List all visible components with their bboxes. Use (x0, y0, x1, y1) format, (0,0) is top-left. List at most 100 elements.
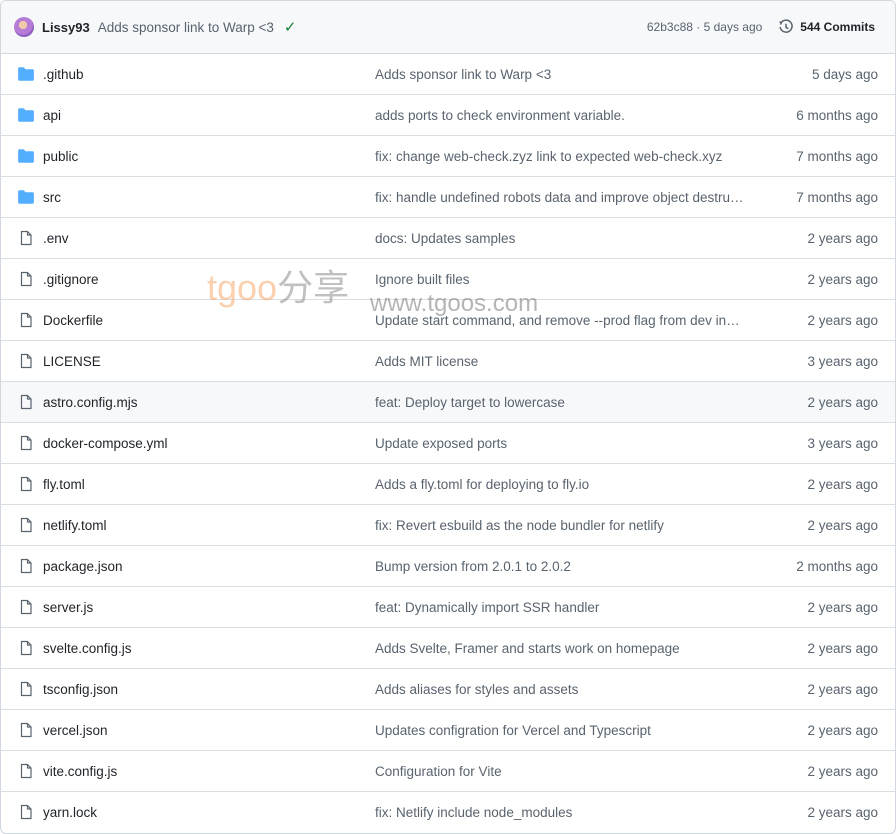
commit-age: 3 years ago (807, 353, 878, 369)
commit-message-link[interactable]: Configuration for Vite (375, 764, 759, 779)
file-row[interactable]: fly.toml Adds a fly.toml for deploying to… (1, 464, 895, 505)
file-name-link[interactable]: fly.toml (43, 477, 85, 492)
commit-age: 2 years ago (807, 230, 878, 246)
commit-author[interactable]: Lissy93 (42, 20, 90, 35)
file-icon (17, 722, 35, 738)
commit-hash-age[interactable]: 62b3c88 · 5 days ago (647, 20, 762, 34)
commit-message-link[interactable]: docs: Updates samples (375, 231, 759, 246)
commit-age: 2 years ago (807, 640, 878, 656)
file-row[interactable]: netlify.toml fix: Revert esbuild as the n… (1, 505, 895, 546)
file-row[interactable]: svelte.config.js Adds Svelte, Framer and … (1, 628, 895, 669)
commit-age: 2 years ago (807, 271, 878, 287)
commit-age: 2 years ago (807, 517, 878, 533)
commit-age: 2 years ago (807, 722, 878, 738)
file-icon (17, 558, 35, 574)
file-icon (17, 271, 35, 287)
file-icon (17, 230, 35, 246)
file-name-link[interactable]: public (43, 149, 78, 164)
commits-count: 544 Commits (800, 20, 875, 34)
file-row[interactable]: LICENSE Adds MIT license 3 years ago (1, 341, 895, 382)
file-name-link[interactable]: docker-compose.yml (43, 436, 168, 451)
check-icon[interactable]: ✓ (284, 18, 297, 36)
commit-age: 2 years ago (807, 681, 878, 697)
folder-icon (17, 107, 35, 123)
commit-message-link[interactable]: fix: change web-check.zyz link to expect… (375, 149, 759, 164)
file-browser: Lissy93 Adds sponsor link to Warp <3 ✓ 6… (0, 0, 896, 834)
file-row[interactable]: src fix: handle undefined robots data and… (1, 177, 895, 218)
file-row[interactable]: vercel.json Updates configration for Verc… (1, 710, 895, 751)
commit-age: 6 months ago (796, 107, 878, 123)
commit-age: 3 years ago (807, 435, 878, 451)
commit-age: 2 months ago (796, 558, 878, 574)
latest-commit-message[interactable]: Adds sponsor link to Warp <3 (98, 20, 274, 35)
commit-message-link[interactable]: Adds MIT license (375, 354, 759, 369)
file-icon (17, 763, 35, 779)
file-row[interactable]: Dockerfile Update start command, and remo… (1, 300, 895, 341)
file-name-link[interactable]: vite.config.js (43, 764, 117, 779)
file-name-link[interactable]: server.js (43, 600, 93, 615)
file-name-link[interactable]: .gitignore (43, 272, 99, 287)
file-row[interactable]: yarn.lock fix: Netlify include node_modul… (1, 792, 895, 833)
commits-link[interactable]: 544 Commits (778, 19, 875, 35)
commit-message-link[interactable]: feat: Dynamically import SSR handler (375, 600, 759, 615)
file-name-link[interactable]: .env (43, 231, 69, 246)
file-name-link[interactable]: Dockerfile (43, 313, 103, 328)
folder-icon (17, 189, 35, 205)
file-name-link[interactable]: src (43, 190, 61, 205)
commit-message-link[interactable]: feat: Deploy target to lowercase (375, 395, 759, 410)
file-row[interactable]: .env docs: Updates samples 2 years ago (1, 218, 895, 259)
commit-age: 2 years ago (807, 599, 878, 615)
commit-age: 2 years ago (807, 805, 878, 820)
commit-message-link[interactable]: Ignore built files (375, 272, 759, 287)
commit-message-link[interactable]: fix: Netlify include node_modules (375, 805, 759, 820)
file-name-link[interactable]: package.json (43, 559, 123, 574)
file-name-link[interactable]: astro.config.mjs (43, 395, 138, 410)
commit-message-link[interactable]: Updates configration for Vercel and Type… (375, 723, 759, 738)
commit-message-link[interactable]: Bump version from 2.0.1 to 2.0.2 (375, 559, 759, 574)
file-icon (17, 476, 35, 492)
file-name-link[interactable]: tsconfig.json (43, 682, 118, 697)
file-name-link[interactable]: LICENSE (43, 354, 101, 369)
commit-age: 2 years ago (807, 763, 878, 779)
file-row[interactable]: package.json Bump version from 2.0.1 to 2… (1, 546, 895, 587)
commit-message-link[interactable]: Adds aliases for styles and assets (375, 682, 759, 697)
file-list: .github Adds sponsor link to Warp <3 5 day… (1, 54, 895, 833)
file-row[interactable]: server.js feat: Dynamically import SSR ha… (1, 587, 895, 628)
commit-age: 2 years ago (807, 476, 878, 492)
file-icon (17, 804, 35, 820)
commit-message-link[interactable]: Adds sponsor link to Warp <3 (375, 67, 759, 82)
file-icon (17, 640, 35, 656)
commit-age: 7 months ago (796, 189, 878, 205)
latest-commit-bar: Lissy93 Adds sponsor link to Warp <3 ✓ 6… (1, 1, 895, 54)
folder-icon (17, 66, 35, 82)
file-name-link[interactable]: api (43, 108, 61, 123)
commit-message-link[interactable]: fix: Revert esbuild as the node bundler … (375, 518, 759, 533)
commit-message-link[interactable]: Update start command, and remove --prod … (375, 313, 759, 328)
commit-message-link[interactable]: Adds a fly.toml for deploying to fly.io (375, 477, 759, 492)
file-row[interactable]: tsconfig.json Adds aliases for styles and… (1, 669, 895, 710)
file-name-link[interactable]: vercel.json (43, 723, 108, 738)
file-row[interactable]: public fix: change web-check.zyz link to … (1, 136, 895, 177)
commit-message-link[interactable]: Adds Svelte, Framer and starts work on h… (375, 641, 759, 656)
history-icon (779, 19, 794, 33)
file-name-link[interactable]: yarn.lock (43, 805, 97, 820)
file-row[interactable]: .github Adds sponsor link to Warp <3 5 day… (1, 54, 895, 95)
file-icon (17, 681, 35, 697)
file-icon (17, 435, 35, 451)
file-row[interactable]: astro.config.mjs feat: Deploy target to l… (1, 382, 895, 423)
file-row[interactable]: docker-compose.yml Update exposed ports 3 … (1, 423, 895, 464)
file-row[interactable]: .gitignore Ignore built files 2 years ago (1, 259, 895, 300)
file-row[interactable]: vite.config.js Configuration for Vite 2 ye… (1, 751, 895, 792)
file-name-link[interactable]: svelte.config.js (43, 641, 132, 656)
commit-message-link[interactable]: fix: handle undefined robots data and im… (375, 190, 759, 205)
commit-age: 2 years ago (807, 394, 878, 410)
file-icon (17, 517, 35, 533)
file-row[interactable]: api adds ports to check environment varia… (1, 95, 895, 136)
avatar[interactable] (14, 17, 34, 37)
file-icon (17, 394, 35, 410)
file-name-link[interactable]: .github (43, 67, 84, 82)
commit-message-link[interactable]: adds ports to check environment variable… (375, 108, 759, 123)
file-icon (17, 353, 35, 369)
file-name-link[interactable]: netlify.toml (43, 518, 107, 533)
commit-message-link[interactable]: Update exposed ports (375, 436, 759, 451)
